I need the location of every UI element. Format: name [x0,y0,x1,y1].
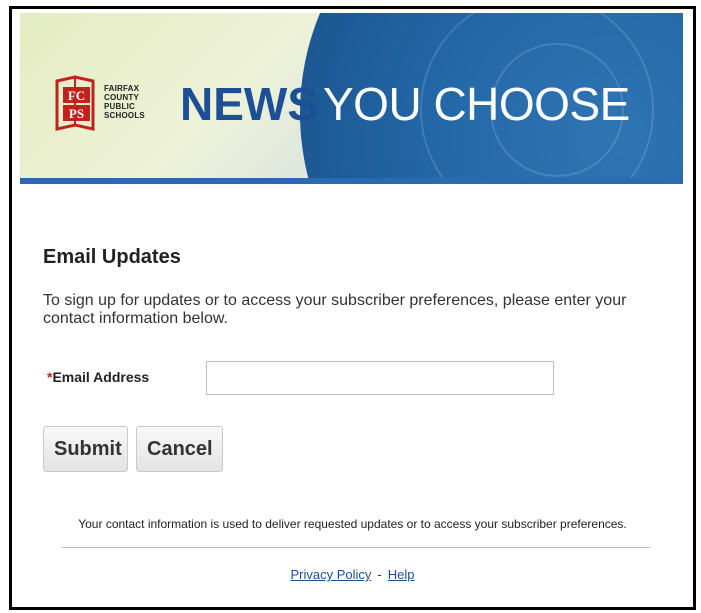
intro-text: To sign up for updates or to access your… [43,292,627,327]
email-label: *Email Address [47,369,149,385]
page-title: Email Updates [43,246,181,268]
footer-links: Privacy Policy - Help [12,567,693,582]
footer-divider [62,547,650,548]
email-label-text: Email Address [52,369,150,385]
help-link[interactable]: Help [388,567,415,582]
privacy-policy-link[interactable]: Privacy Policy [290,567,371,582]
page-frame: FC PS FAIRFAX COUNTY PUBLIC SCHOOLS NEWS… [9,6,696,610]
footer-link-separator: - [377,567,382,582]
submit-button[interactable]: Submit [43,426,128,472]
cancel-button[interactable]: Cancel [136,426,223,472]
privacy-note: Your contact information is used to deli… [78,517,627,531]
signup-form: Email Updates To sign up for updates or … [12,9,693,607]
email-input[interactable] [206,361,554,395]
